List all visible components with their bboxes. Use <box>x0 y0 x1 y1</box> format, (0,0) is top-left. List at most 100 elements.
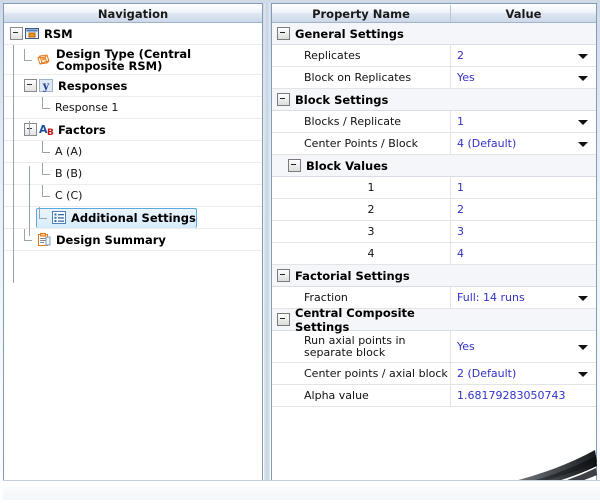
tree-item-response-1[interactable]: Response 1 <box>4 96 262 119</box>
group-collapse-icon[interactable] <box>288 159 301 172</box>
navigation-panel: Navigation RSM Design Type (Central Compo… <box>3 3 263 481</box>
tree-collapse-icon[interactable] <box>24 123 37 136</box>
tree-item-b-b[interactable]: B (B) <box>4 162 262 185</box>
svg-text:B: B <box>47 128 54 136</box>
chevron-down-icon[interactable] <box>578 141 588 147</box>
property-name-label: Replicates <box>304 49 361 62</box>
property-value-label: 4 (Default) <box>457 137 517 150</box>
tree-item-selected-wrapper[interactable]: Additional Settings <box>4 207 262 229</box>
panel-splitter[interactable] <box>264 3 270 481</box>
property-group-row[interactable]: Block Values <box>272 155 596 177</box>
chevron-down-icon[interactable] <box>578 295 588 301</box>
tree-item-label: Design Summary <box>56 232 166 247</box>
property-group-row[interactable]: Factorial Settings <box>272 265 596 287</box>
property-name-cell: Center Points / Block <box>272 133 450 154</box>
property-grid-body[interactable]: General Settings Replicates 2 Block on Repl… <box>272 23 596 480</box>
group-collapse-icon[interactable] <box>277 93 290 106</box>
property-name-label: Block Values <box>306 158 388 173</box>
tree-item-rsm[interactable]: RSM <box>4 23 262 45</box>
tree-connector <box>24 48 37 71</box>
property-row[interactable]: Center points / axial block 2 (Default) <box>272 363 596 385</box>
property-group-row[interactable]: Block Settings <box>272 89 596 111</box>
property-value-cell[interactable]: 1 <box>450 111 596 132</box>
tree-collapse-icon[interactable] <box>24 79 37 92</box>
design-type-icon <box>37 53 52 67</box>
property-value-cell[interactable]: 4 (Default) <box>450 133 596 154</box>
property-name-label: 3 <box>367 225 375 238</box>
property-group-row[interactable]: General Settings <box>272 23 596 45</box>
property-row[interactable]: Run axial points in separate block Yes <box>272 331 596 363</box>
tree-collapse-icon[interactable] <box>10 27 23 40</box>
tree-item-responses[interactable]: y Responses <box>4 75 262 97</box>
property-value-cell[interactable]: 2 <box>450 199 596 220</box>
property-name-cell: Block on Replicates <box>272 67 450 88</box>
property-value-label: 2 (Default) <box>457 367 517 380</box>
navigation-tree[interactable]: RSM Design Type (Central Composite RSM) y R… <box>4 23 262 479</box>
property-name-label: Alpha value <box>304 389 369 402</box>
tree-connector <box>42 140 55 163</box>
property-group-row[interactable]: Central Composite Settings <box>272 305 596 334</box>
property-value-cell[interactable]: Yes <box>450 67 596 88</box>
property-name-label: 2 <box>367 203 375 216</box>
chevron-down-icon[interactable] <box>578 371 588 377</box>
property-value-label: Yes <box>457 340 475 353</box>
property-name-cell: Center points / axial block <box>272 363 450 384</box>
property-value-cell[interactable]: 2 (Default) <box>450 363 596 384</box>
property-name-label: Blocks / Replicate <box>304 115 402 128</box>
property-row[interactable]: Block on Replicates Yes <box>272 67 596 89</box>
column-header-value[interactable]: Value <box>451 5 596 22</box>
property-value-label: 2 <box>457 49 464 62</box>
property-row[interactable]: 33 <box>272 221 596 243</box>
property-row[interactable]: 11 <box>272 177 596 199</box>
property-value-cell[interactable]: 4 <box>450 243 596 264</box>
tree-connector <box>42 184 55 207</box>
property-name-label: Center Points / Block <box>304 137 419 150</box>
property-value-label: 1.68179283050743 <box>457 389 566 402</box>
tree-item-label: Additional Settings <box>71 211 196 225</box>
property-name-cell: Block Settings <box>272 89 450 110</box>
tree-item-design-type-central-composite-rsm[interactable]: Design Type (Central Composite RSM) <box>4 45 262 75</box>
group-collapse-icon[interactable] <box>277 269 290 282</box>
responses-y-icon: y <box>39 78 54 93</box>
chevron-down-icon[interactable] <box>578 75 588 81</box>
property-row[interactable]: 44 <box>272 243 596 265</box>
tree-item-label: RSM <box>44 26 73 41</box>
property-name-label: Block on Replicates <box>304 71 412 84</box>
property-row[interactable]: Replicates 2 <box>272 45 596 67</box>
property-value-cell[interactable]: 2 <box>450 45 596 66</box>
property-name-label: 4 <box>367 247 375 260</box>
property-value-label: 1 <box>457 115 464 128</box>
tree-item-design-summary[interactable]: Design Summary <box>4 228 262 251</box>
property-row[interactable]: Blocks / Replicate 1 <box>272 111 596 133</box>
group-collapse-icon[interactable] <box>277 27 290 40</box>
property-value-cell[interactable]: 1 <box>450 177 596 198</box>
property-value-cell[interactable]: Full: 14 runs <box>450 287 596 308</box>
property-row[interactable]: Alpha value 1.68179283050743 <box>272 385 596 407</box>
property-row[interactable]: Center Points / Block 4 (Default) <box>272 133 596 155</box>
property-name-cell: 2 <box>272 199 450 220</box>
tree-item-factors[interactable]: A B Factors <box>4 119 262 141</box>
column-header-property-name[interactable]: Property Name <box>272 5 451 22</box>
property-name-label: Central Composite Settings <box>295 305 415 334</box>
property-name-label: Center points / axial block <box>304 367 448 380</box>
chevron-down-icon[interactable] <box>578 53 588 59</box>
tree-trunk-line <box>13 45 14 283</box>
property-name-label: 1 <box>367 181 375 194</box>
property-grid-header: Property Name Value <box>272 4 596 23</box>
property-value-label: 1 <box>457 181 464 194</box>
tree-item-additional-settings[interactable]: Additional Settings <box>36 207 197 228</box>
tree-item-c-c[interactable]: C (C) <box>4 184 262 207</box>
tree-connector <box>42 162 55 185</box>
design-window-icon <box>25 27 40 41</box>
property-row[interactable]: 22 <box>272 199 596 221</box>
group-collapse-icon[interactable] <box>277 313 290 326</box>
property-value-cell[interactable]: 1.68179283050743 <box>450 385 596 406</box>
property-value-cell[interactable]: Yes <box>450 331 596 362</box>
tree-trunk-line-factors <box>29 166 30 236</box>
chevron-down-icon[interactable] <box>578 344 588 350</box>
tree-item-a-a[interactable]: A (A) <box>4 140 262 163</box>
chevron-down-icon[interactable] <box>578 119 588 125</box>
tree-item-label: Factors <box>58 122 106 137</box>
tree-item-label: A (A) <box>55 144 83 158</box>
property-value-cell[interactable]: 3 <box>450 221 596 242</box>
